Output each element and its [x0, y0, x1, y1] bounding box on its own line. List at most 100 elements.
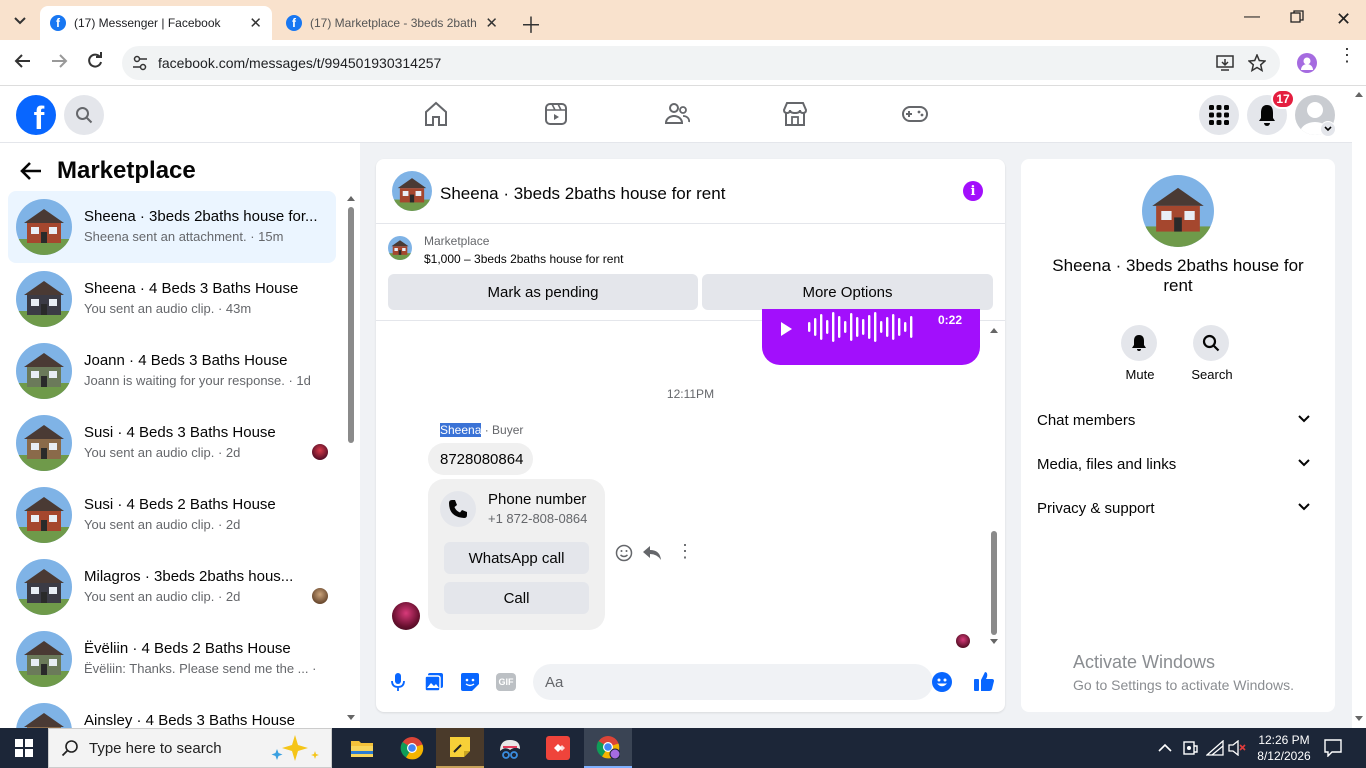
section-media-files-links[interactable]: Media, files and links	[1037, 449, 1319, 479]
sender-role: · Buyer	[481, 423, 524, 437]
chevron-up-icon[interactable]	[1158, 742, 1172, 754]
conversation-item[interactable]: Sheena · 4 Beds 3 Baths House You sent an…	[8, 263, 336, 335]
search-icon	[76, 107, 93, 124]
marketplace-listing-strip: Marketplace $1,000 – 3beds 2baths house …	[376, 223, 1005, 321]
emoji-icon[interactable]	[932, 672, 952, 692]
sticker-icon[interactable]	[460, 672, 480, 692]
microphone-icon[interactable]	[390, 672, 406, 692]
activate-windows-watermark: Activate Windows Go to Settings to activ…	[1073, 652, 1294, 693]
message-input[interactable]: Aa	[533, 664, 952, 700]
forward-button[interactable]	[50, 52, 68, 75]
voice-message-bubble[interactable]: 0:22	[762, 309, 980, 365]
conversation-item[interactable]: Susi · 4 Beds 2 Baths House You sent an a…	[8, 479, 336, 551]
chrome-taskbar-button[interactable]	[388, 728, 436, 768]
chat-info-title: Sheena · 3beds 2baths house for rent	[1052, 256, 1304, 295]
marketplace-icon[interactable]	[782, 101, 808, 127]
conversation-avatar	[16, 487, 72, 543]
taskbar-search-box[interactable]: Type here to search	[48, 728, 332, 768]
call-button[interactable]: Call	[444, 582, 589, 614]
system-clock[interactable]: 12:26 PM 8/12/2026	[1252, 732, 1316, 764]
chevron-down-icon	[1298, 503, 1310, 511]
profile-button[interactable]	[1297, 53, 1317, 73]
home-icon[interactable]	[424, 101, 448, 127]
attach-image-icon[interactable]	[424, 672, 444, 692]
listing-thumbnail[interactable]	[388, 236, 412, 260]
back-button[interactable]	[14, 52, 32, 75]
notification-center-icon[interactable]	[1324, 739, 1342, 757]
site-settings-icon[interactable]	[132, 55, 148, 71]
facebook-logo[interactable]: f	[16, 95, 56, 135]
gif-button[interactable]: GIF	[496, 673, 516, 691]
close-icon[interactable]: ✕	[249, 14, 262, 32]
conversation-avatar	[16, 271, 72, 327]
minimize-button[interactable]: —	[1244, 8, 1260, 26]
anydesk-taskbar-button[interactable]	[534, 728, 582, 768]
sender-avatar[interactable]	[392, 602, 420, 630]
section-chat-members[interactable]: Chat members	[1037, 405, 1319, 435]
sender-name[interactable]: Sheena	[440, 423, 482, 437]
close-window-button[interactable]: ✕	[1336, 9, 1351, 30]
page-scrollbar[interactable]	[1352, 86, 1366, 728]
snipping-tool-taskbar-button[interactable]	[486, 728, 534, 768]
reload-button[interactable]	[86, 52, 104, 75]
search-button[interactable]	[64, 95, 104, 135]
search-conversation-button[interactable]: Search	[1191, 325, 1233, 382]
clock-time: 12:26 PM	[1258, 733, 1310, 747]
network-device-icon[interactable]	[1182, 740, 1198, 756]
gaming-icon[interactable]	[902, 101, 928, 127]
volume-muted-icon[interactable]	[1228, 740, 1246, 756]
conversation-item[interactable]: Susi · 4 Beds 3 Baths House You sent an a…	[8, 407, 336, 479]
more-actions-button[interactable]: ⋮	[676, 541, 694, 562]
conversation-item[interactable]: Ainsley · 4 Beds 3 Baths House	[8, 695, 336, 728]
conversation-avatar	[16, 559, 72, 615]
whatsapp-call-button[interactable]: WhatsApp call	[444, 542, 589, 574]
file-explorer-taskbar-button[interactable]	[338, 728, 386, 768]
close-icon[interactable]: ✕	[485, 14, 498, 32]
wifi-icon[interactable]	[1206, 740, 1224, 756]
message-timestamp: 12:11PM	[666, 387, 715, 401]
tab-messenger[interactable]: f (17) Messenger | Facebook ✕	[40, 6, 272, 40]
play-icon[interactable]	[778, 321, 794, 337]
search-icon	[61, 740, 78, 757]
menu-button[interactable]	[1199, 95, 1239, 135]
chat-avatar[interactable]	[392, 171, 432, 211]
like-thumbs-up-icon[interactable]	[973, 670, 995, 692]
chrome-menu-button[interactable]: ⋮	[1338, 46, 1356, 64]
chrome-active-taskbar-button[interactable]	[584, 728, 632, 768]
info-icon[interactable]: i	[963, 181, 983, 201]
start-button[interactable]	[0, 728, 48, 768]
mute-button[interactable]: Mute	[1121, 325, 1159, 382]
more-options-button[interactable]: More Options	[702, 274, 993, 310]
back-button[interactable]	[20, 161, 42, 186]
conversation-item[interactable]: Milagros · 3beds 2baths hous... You sent …	[8, 551, 336, 623]
url-text: facebook.com/messages/t/994501930314257	[158, 55, 442, 71]
conversation-preview: Sheena sent an attachment. · 15m	[84, 229, 284, 244]
sticky-notes-taskbar-button[interactable]	[436, 728, 484, 768]
message-input-placeholder: Aa	[545, 674, 564, 691]
groups-icon[interactable]	[664, 101, 690, 127]
bookmark-star-icon[interactable]	[1248, 54, 1266, 72]
mark-as-pending-button[interactable]: Mark as pending	[388, 274, 698, 310]
react-emoji-icon[interactable]	[615, 544, 633, 562]
install-app-icon[interactable]	[1216, 54, 1234, 72]
account-dropdown-button[interactable]	[1320, 121, 1336, 137]
voice-duration: 0:22	[938, 313, 963, 327]
video-icon[interactable]	[544, 101, 568, 127]
address-bar[interactable]: facebook.com/messages/t/994501930314257	[122, 46, 1280, 80]
tab-search-button[interactable]	[10, 10, 30, 30]
tab-marketplace[interactable]: f (17) Marketplace - 3beds 2bath ✕	[276, 6, 508, 40]
scrollbar[interactable]	[346, 193, 356, 723]
browser-titlebar: f (17) Messenger | Facebook ✕ f (17) Mar…	[0, 0, 1366, 40]
scrollbar[interactable]	[988, 319, 1000, 649]
conversation-item[interactable]: Ëvëliin · 4 Beds 2 Baths House Ëvëliin: T…	[8, 623, 336, 695]
section-privacy-support[interactable]: Privacy & support	[1037, 493, 1319, 523]
message-bubble[interactable]: 8728080864	[428, 443, 533, 475]
restore-button[interactable]	[1290, 10, 1304, 29]
conversation-item[interactable]: Joann · 4 Beds 3 Baths House Joann is wai…	[8, 335, 336, 407]
conversation-item[interactable]: Sheena · 3beds 2baths house for... Sheena…	[8, 191, 336, 263]
read-receipt-avatar	[312, 588, 328, 604]
reply-icon[interactable]	[642, 544, 662, 562]
new-tab-button[interactable]: ＋	[520, 8, 542, 40]
listing-title[interactable]: $1,000 – 3beds 2baths house for rent	[424, 252, 623, 266]
chat-title[interactable]: Sheena · 3beds 2baths house for rent	[440, 184, 725, 204]
